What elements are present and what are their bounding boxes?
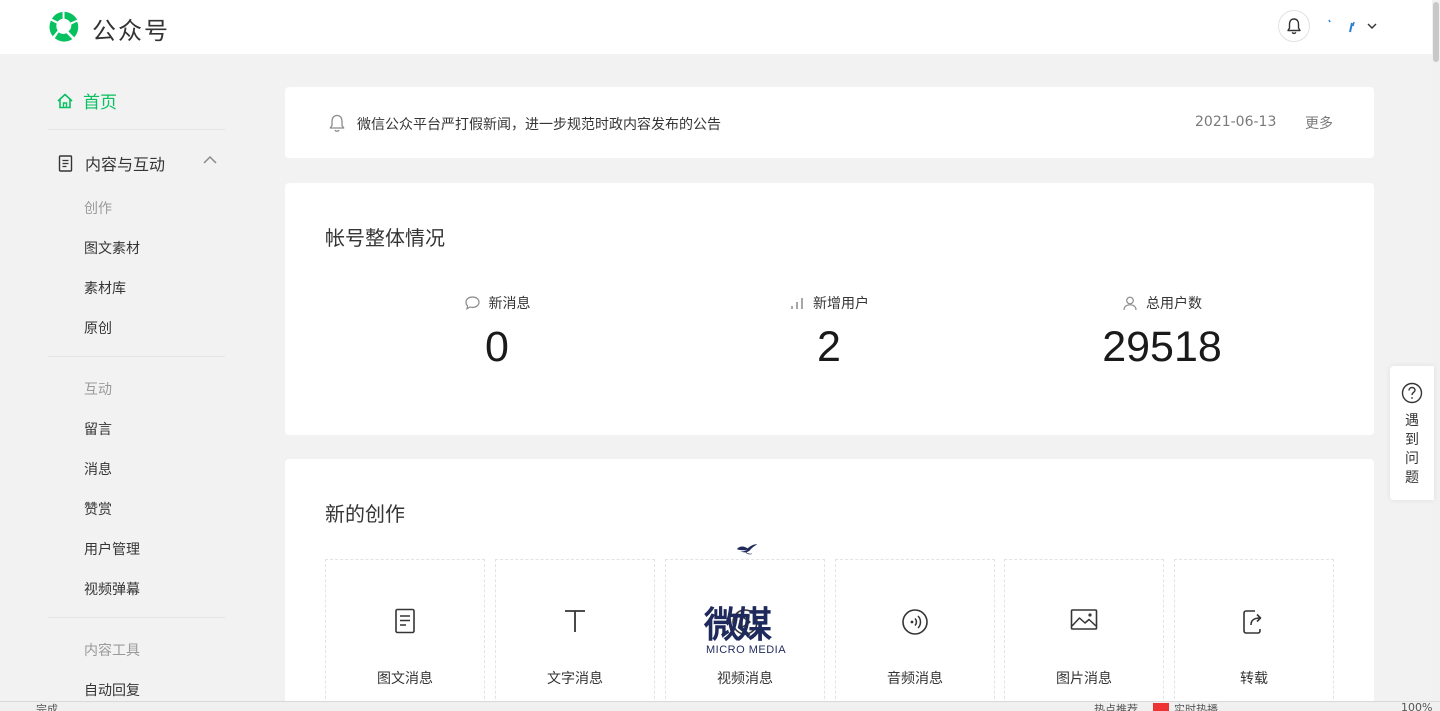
tile-icon-wrap	[1005, 608, 1163, 632]
bell-icon	[1287, 18, 1301, 35]
sidebar-item-auto-reply[interactable]: 自动回复	[84, 680, 140, 700]
stat-label: 新消息	[488, 296, 531, 312]
status-zoom[interactable]: 100%	[1401, 702, 1432, 711]
tile-label: 图片消息	[1056, 671, 1112, 687]
sidebar: 首页 内容与互动 创作 图文素材 素材库 原创 互动 留言 消息 赞赏 用户管理…	[0, 54, 260, 701]
bell-icon	[329, 114, 345, 132]
wechat-official-logo[interactable]	[47, 9, 82, 44]
help-widget[interactable]: 遇到问题	[1390, 366, 1434, 500]
tile-icon-wrap	[326, 608, 484, 634]
user-icon	[1123, 296, 1137, 311]
sidebar-item-article-material[interactable]: 图文素材	[84, 238, 140, 258]
notice-card: 微信公众平台严打假新闻，进一步规范时政内容发布的公告 2021-06-13 更多	[285, 87, 1374, 158]
stat-label: 新增用户	[813, 296, 869, 312]
stat-label-row: 总用户数	[1012, 293, 1312, 313]
sidebar-item-video-danmaku[interactable]: 视频弹幕	[84, 579, 140, 599]
sidebar-item-messages[interactable]: 消息	[84, 459, 112, 479]
audio-icon	[902, 609, 928, 635]
stat-new-messages[interactable]: 新消息 0	[347, 293, 647, 372]
status-badge	[1153, 703, 1169, 711]
question-icon	[1401, 382, 1423, 404]
home-icon	[57, 93, 73, 108]
sidebar-item-comments[interactable]: 留言	[84, 419, 112, 439]
scrollbar-track[interactable]	[1432, 0, 1440, 711]
tile-label: 转载	[1240, 671, 1268, 687]
help-label: 遇到问题	[1390, 412, 1434, 488]
top-bar: 公众号	[0, 0, 1440, 54]
section-label-create: 创作	[84, 201, 112, 217]
tile-label: 视频消息	[717, 671, 773, 687]
stat-value: 2	[817, 323, 841, 371]
stat-value: 0	[485, 323, 509, 371]
stat-new-users[interactable]: 新增用户 2	[679, 293, 979, 372]
notice-date: 2021-06-13	[1195, 114, 1277, 130]
new-creation-card: 新的创作 图文消息 文字消息 视频消息 音频消息 图片消息 转载	[285, 459, 1374, 711]
text-icon	[565, 610, 585, 632]
sidebar-item-home[interactable]: 首页	[56, 88, 117, 113]
document-icon	[395, 608, 415, 634]
chevron-up-icon[interactable]	[202, 153, 218, 167]
divider	[48, 617, 225, 618]
status-text: 完成	[36, 703, 58, 711]
brand-name[interactable]: 公众号	[92, 11, 170, 46]
watermark-text: 微媒	[704, 604, 772, 646]
stat-value: 29518	[1102, 323, 1222, 371]
status-hot-recommend[interactable]: 热点推荐	[1094, 702, 1138, 711]
tile-text-message[interactable]: 文字消息	[495, 559, 655, 711]
status-live[interactable]: 实时热播	[1174, 702, 1218, 711]
sidebar-item-user-management[interactable]: 用户管理	[84, 539, 140, 559]
tile-icon-wrap	[836, 608, 994, 636]
tile-label: 音频消息	[887, 671, 943, 687]
bar-chart-icon	[791, 298, 803, 309]
sidebar-item-label: 首页	[83, 93, 117, 113]
document-icon	[58, 154, 73, 172]
notice-link[interactable]: 微信公众平台严打假新闻，进一步规范时政内容发布的公告	[357, 114, 721, 134]
tile-audio-message[interactable]: 音频消息	[835, 559, 995, 711]
stat-label: 总用户数	[1146, 296, 1202, 312]
tile-image-message[interactable]: 图片消息	[1004, 559, 1164, 711]
watermark-subtext: MICRO MEDIA	[706, 644, 787, 656]
section-label-interact: 互动	[84, 382, 112, 398]
create-title: 新的创作	[325, 502, 405, 526]
tile-icon-wrap	[1175, 608, 1333, 636]
chat-bubble-icon	[464, 296, 480, 311]
overview-title: 帐号整体情况	[325, 226, 445, 250]
notification-button[interactable]	[1278, 10, 1310, 42]
chevron-down-icon[interactable]	[1366, 20, 1378, 32]
help-char: 遇到问题	[1405, 413, 1419, 486]
browser-status-bar: 完成 热点推荐 实时热播 100%	[0, 701, 1440, 711]
tile-article-message[interactable]: 图文消息	[325, 559, 485, 711]
sidebar-item-appreciation[interactable]: 赞赏	[84, 499, 112, 519]
scrollbar-thumb[interactable]	[1433, 2, 1439, 62]
tile-label: 图文消息	[377, 671, 433, 687]
account-overview-card: 帐号整体情况 新消息 0 新增用户 2 总用户数 29518	[285, 183, 1374, 435]
sidebar-item-original[interactable]: 原创	[84, 318, 112, 338]
stat-label-row: 新增用户	[679, 293, 979, 313]
notice-more-link[interactable]: 更多	[1305, 113, 1333, 133]
stat-total-users[interactable]: 总用户数 29518	[1012, 293, 1312, 372]
divider	[48, 129, 225, 130]
image-icon	[1070, 609, 1098, 630]
sidebar-group-label: 内容与互动	[85, 155, 166, 174]
account-avatar[interactable]	[1326, 17, 1356, 37]
tile-label: 文字消息	[547, 671, 603, 687]
sidebar-item-material-library[interactable]: 素材库	[84, 278, 126, 298]
section-label-tools: 内容工具	[84, 643, 140, 659]
stat-label-row: 新消息	[347, 293, 647, 313]
share-icon	[1243, 610, 1262, 634]
sidebar-group-content[interactable]: 内容与互动	[58, 151, 218, 175]
tile-icon-wrap	[496, 608, 654, 634]
divider	[48, 356, 225, 357]
tile-repost[interactable]: 转载	[1174, 559, 1334, 711]
